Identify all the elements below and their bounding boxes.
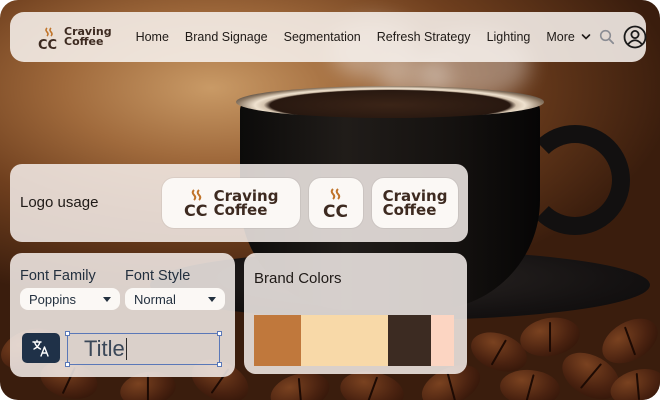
title-text-value: Title [84, 336, 125, 361]
color-swatch[interactable] [431, 315, 454, 366]
font-style-value: Normal [134, 291, 176, 307]
svg-text:CC: CC [184, 201, 207, 218]
top-nav-bar: CC Craving Coffee Home Brand Signage Seg… [10, 12, 647, 62]
coffee-logo-mark: CC [184, 189, 207, 218]
color-swatch[interactable] [388, 315, 431, 366]
font-family-label: Font Family [20, 268, 96, 284]
translate-button[interactable] [22, 333, 60, 363]
user-account-icon[interactable] [623, 25, 647, 49]
typography-panel: Font Family Font Style Poppins Normal Ti… [10, 253, 235, 377]
brand-colors-title: Brand Colors [254, 270, 342, 287]
brand-logo[interactable]: CC Craving Coffee [38, 24, 112, 53]
resize-handle[interactable] [217, 331, 222, 336]
font-family-value: Poppins [29, 291, 76, 307]
brand-colors-panel: Brand Colors [244, 253, 467, 374]
nav-link-refresh-strategy[interactable]: Refresh Strategy [369, 30, 479, 44]
nav-more-label: More [546, 30, 575, 44]
brand-guide-page: CC Craving Coffee Home Brand Signage Seg… [0, 0, 660, 400]
font-style-select[interactable]: Normal [125, 288, 225, 310]
font-style-label: Font Style [125, 268, 191, 284]
logo-variant-mark[interactable]: CC [309, 178, 363, 228]
nav-link-home[interactable]: Home [128, 30, 177, 44]
nav-link-lighting[interactable]: Lighting [479, 30, 539, 44]
nav-link-segmentation[interactable]: Segmentation [276, 30, 369, 44]
color-swatch[interactable] [301, 315, 388, 366]
svg-text:CC: CC [38, 38, 57, 50]
search-icon[interactable] [599, 29, 615, 45]
title-text-field[interactable]: Title [65, 331, 222, 367]
logo-wordmark: Craving Coffee [382, 186, 448, 219]
caret-down-icon [208, 296, 216, 302]
nav-more-menu[interactable]: More [538, 30, 598, 44]
text-cursor [125, 338, 127, 360]
color-swatch[interactable] [254, 315, 301, 366]
logo-wordmark: Craving Coffee [213, 186, 279, 219]
logo-usage-panel: Logo usage CC Craving Coffee CC Craving [10, 164, 468, 242]
font-family-select[interactable]: Poppins [20, 288, 120, 310]
coffee-logo-mark: CC [38, 26, 60, 53]
nav-link-brand-signage[interactable]: Brand Signage [177, 30, 276, 44]
caret-down-icon [103, 296, 111, 302]
svg-text:CC: CC [323, 202, 348, 219]
nav-actions [599, 25, 647, 49]
resize-handle[interactable] [217, 362, 222, 367]
resize-handle[interactable] [65, 362, 70, 367]
color-swatches [254, 315, 454, 366]
chevron-down-icon [581, 34, 591, 40]
logo-usage-title: Logo usage [20, 194, 99, 211]
brand-logo-wordmark: Craving Coffee [64, 24, 112, 48]
coffee-logo-mark: CC [323, 188, 348, 219]
logo-variant-full[interactable]: CC Craving Coffee [162, 178, 300, 228]
resize-handle[interactable] [65, 331, 70, 336]
nav-links: Home Brand Signage Segmentation Refresh … [128, 30, 599, 44]
logo-variant-wordmark[interactable]: Craving Coffee [372, 178, 458, 228]
translate-icon [32, 339, 49, 357]
